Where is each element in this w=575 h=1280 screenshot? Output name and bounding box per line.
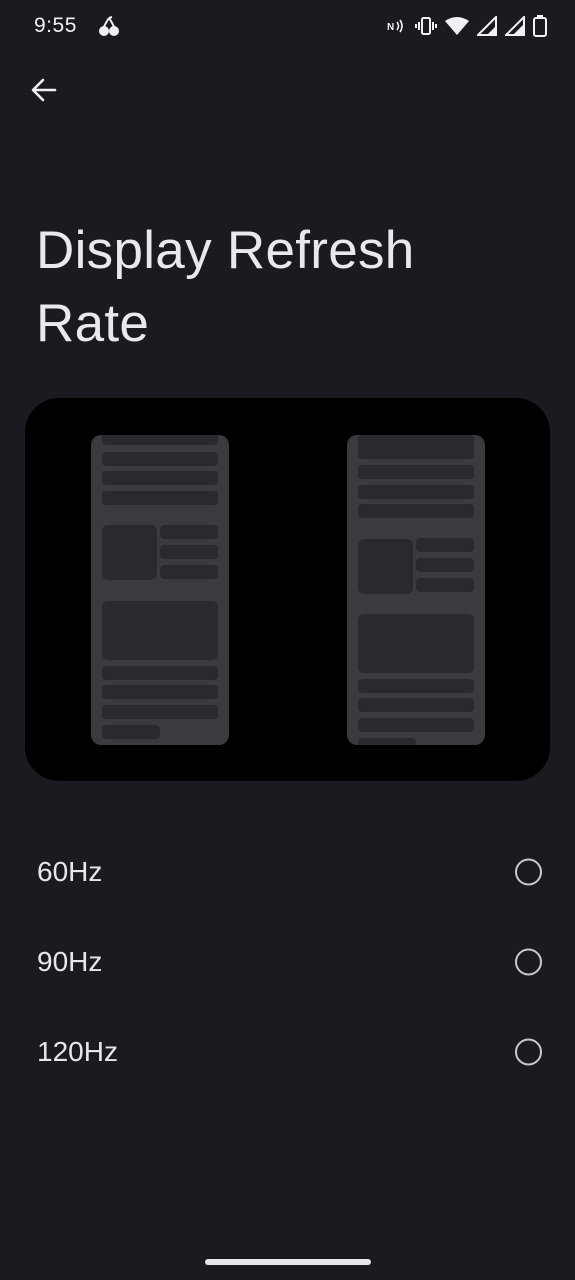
page-title: Display Refresh Rate: [36, 221, 415, 353]
phone-mockup-right: [347, 435, 485, 745]
radio-button-120hz[interactable]: [515, 1038, 542, 1066]
option-120hz[interactable]: 120Hz: [0, 1007, 575, 1097]
arrow-back-icon: [30, 76, 58, 109]
status-time: 9:55: [34, 14, 77, 37]
wifi-icon: [445, 16, 469, 41]
option-label: 60Hz: [37, 856, 103, 887]
status-icons: N: [387, 14, 547, 42]
status-bar: 9:55 N: [0, 0, 575, 56]
radio-button-90hz[interactable]: [515, 948, 542, 976]
signal-icon: [475, 14, 497, 41]
option-60hz[interactable]: 60Hz: [0, 827, 575, 917]
option-label: 120Hz: [37, 1036, 118, 1067]
vibrate-icon: [415, 16, 437, 41]
option-90hz[interactable]: 90Hz: [0, 917, 575, 1007]
refresh-rate-illustration: [25, 398, 550, 781]
phone-mockup-left: [91, 435, 229, 745]
back-button[interactable]: [22, 70, 66, 114]
cherry-icon: [98, 16, 120, 38]
option-label: 90Hz: [37, 946, 103, 977]
radio-button-60hz[interactable]: [515, 858, 542, 886]
svg-text:N: N: [387, 22, 394, 33]
signal-icon-2: [503, 14, 525, 41]
battery-icon: [533, 14, 547, 42]
nfc-icon: N: [387, 17, 407, 40]
home-indicator[interactable]: [205, 1259, 371, 1265]
